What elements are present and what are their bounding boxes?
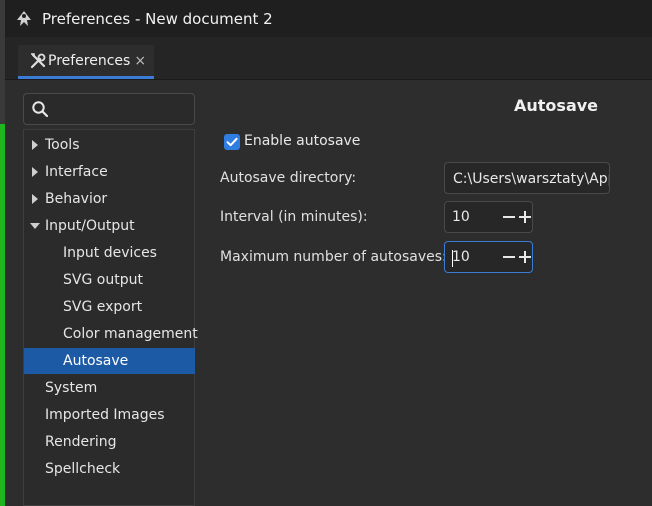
- tree-item-imported-images[interactable]: Imported Images: [24, 402, 195, 428]
- tools-icon: [30, 52, 46, 68]
- chevron-right-icon[interactable]: [30, 167, 40, 177]
- tree-item-label: Color management: [63, 326, 198, 342]
- plus-icon[interactable]: [518, 249, 532, 265]
- search-input[interactable]: [54, 98, 194, 122]
- tree-item-label: Behavior: [45, 191, 108, 207]
- tree-item-rendering[interactable]: Rendering: [24, 429, 195, 455]
- max-autosaves-value[interactable]: 10: [452, 249, 470, 265]
- tree-item-input-devices[interactable]: Input devices: [24, 240, 195, 266]
- tab-bar: Preferences ×: [5, 37, 652, 80]
- autosave-directory-label: Autosave directory:: [220, 170, 357, 186]
- tree-item-label: Autosave: [63, 353, 129, 369]
- title-bar: Preferences - New document 2: [5, 0, 652, 37]
- tree-item-interface[interactable]: Interface: [24, 159, 195, 185]
- tree-item-autosave[interactable]: Autosave: [24, 348, 195, 374]
- interval-value[interactable]: 10: [452, 209, 470, 225]
- tree-item-spellcheck[interactable]: Spellcheck: [24, 456, 195, 482]
- enable-autosave-label[interactable]: Enable autosave: [244, 133, 360, 149]
- plus-icon[interactable]: [518, 209, 532, 225]
- max-autosaves-label: Maximum number of autosaves:: [220, 249, 447, 265]
- text-cursor: [452, 250, 453, 267]
- tab-preferences[interactable]: Preferences ×: [18, 45, 154, 79]
- tree-item-label: Input devices: [63, 245, 157, 261]
- close-icon[interactable]: ×: [134, 53, 146, 69]
- background-window-edge: [0, 124, 5, 506]
- tree-item-label: Rendering: [45, 434, 117, 450]
- tab-label: Preferences: [48, 52, 131, 69]
- checkmark-icon: [226, 137, 238, 147]
- minus-icon[interactable]: [502, 249, 516, 265]
- tree-item-tools[interactable]: Tools: [24, 132, 195, 158]
- minus-icon[interactable]: [502, 209, 516, 225]
- tree-item-svg-export[interactable]: SVG export: [24, 294, 195, 320]
- tree-item-label: Interface: [45, 164, 108, 180]
- tree-item-svg-output[interactable]: SVG output: [24, 267, 195, 293]
- tree-item-behavior[interactable]: Behavior: [24, 186, 195, 212]
- tree-item-label: Spellcheck: [45, 461, 121, 477]
- enable-autosave-checkbox[interactable]: [224, 134, 240, 150]
- search-icon: [32, 101, 49, 118]
- max-autosaves-stepper[interactable]: 10: [444, 241, 533, 273]
- tree-item-label: Tools: [45, 137, 80, 153]
- inkscape-logo-icon: [17, 10, 31, 26]
- interval-label: Interval (in minutes):: [220, 209, 368, 225]
- preferences-tree: Tools Interface Behavior Input/Output Input …: [23, 129, 198, 506]
- tree-item-label: Input/Output: [45, 218, 135, 234]
- tree-item-label: SVG export: [63, 299, 143, 315]
- tree-item-color-management[interactable]: Color management: [24, 321, 198, 347]
- autosave-directory-field[interactable]: C:\Users\warsztaty\AppData: [444, 162, 610, 194]
- tree-item-label: Imported Images: [45, 407, 165, 423]
- chevron-down-icon[interactable]: [30, 221, 40, 231]
- tree-item-system[interactable]: System: [24, 375, 195, 401]
- tree-item-label: System: [45, 380, 98, 396]
- interval-stepper[interactable]: 10: [444, 201, 533, 233]
- window-title: Preferences - New document 2: [42, 9, 273, 28]
- chevron-right-icon[interactable]: [30, 194, 40, 204]
- search-box: [23, 93, 195, 125]
- tree-item-label: SVG output: [63, 272, 143, 288]
- page-title: Autosave: [514, 96, 599, 115]
- tree-item-input-output[interactable]: Input/Output: [24, 213, 195, 239]
- chevron-right-icon[interactable]: [30, 140, 40, 150]
